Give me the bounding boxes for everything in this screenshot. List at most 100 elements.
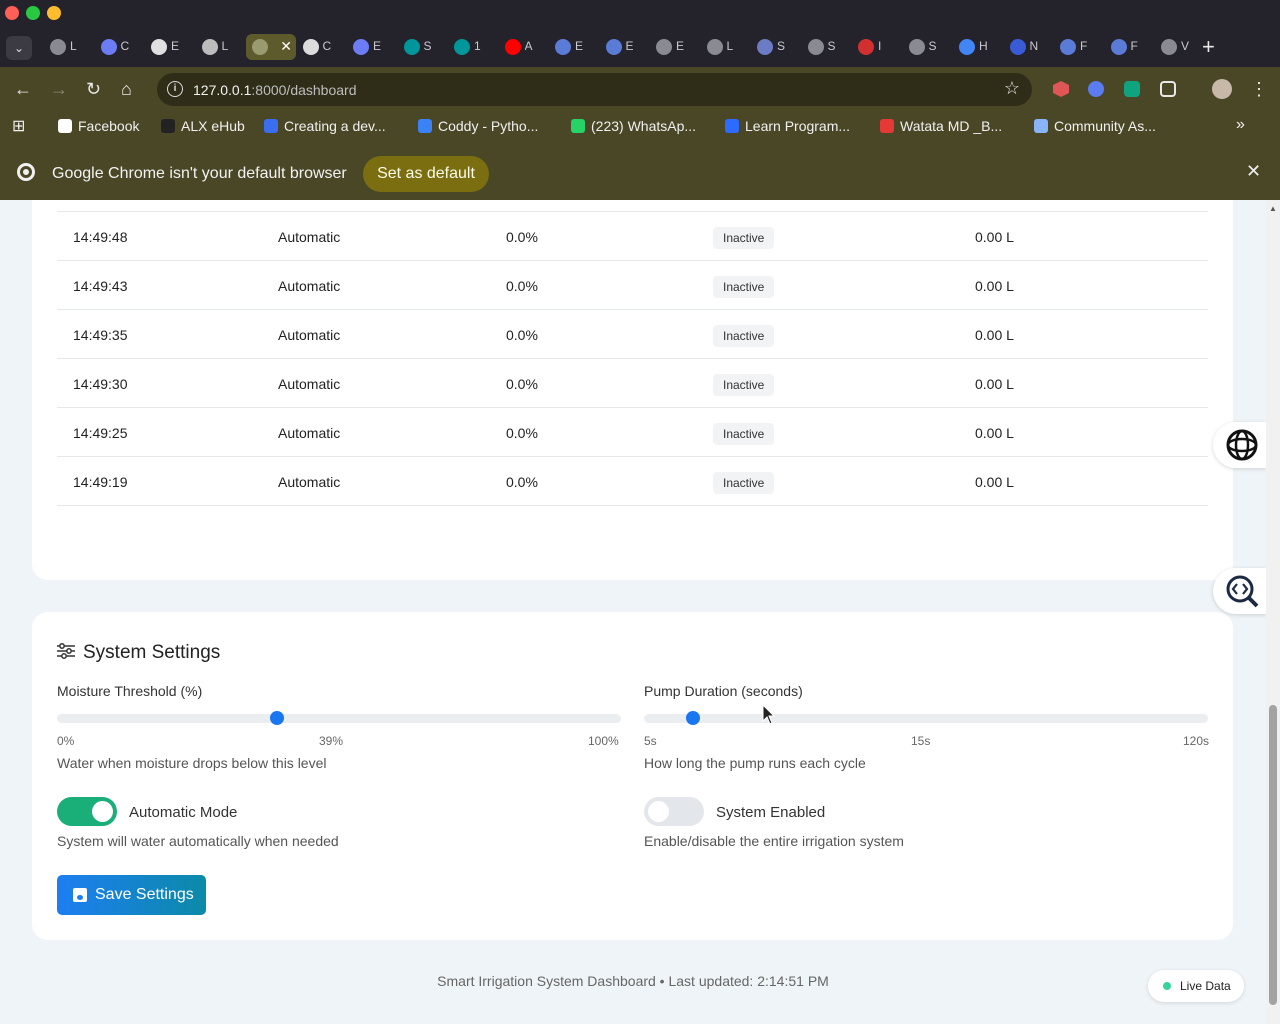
browser-tab[interactable]: L bbox=[44, 34, 94, 60]
save-settings-button[interactable]: Save Settings bbox=[57, 875, 206, 915]
browser-tab[interactable]: E bbox=[600, 34, 650, 60]
browser-tab[interactable]: E bbox=[650, 34, 700, 60]
browser-tab[interactable]: F bbox=[1105, 34, 1155, 60]
address-bar[interactable]: i 127.0.0.1:8000/dashboard ☆ bbox=[157, 73, 1032, 106]
bookmark-star-icon[interactable]: ☆ bbox=[1004, 78, 1020, 99]
back-button[interactable]: ← bbox=[14, 78, 32, 100]
bookmark-item[interactable]: (223) WhatsAp... bbox=[571, 118, 696, 134]
browser-tab[interactable]: V bbox=[1155, 34, 1205, 60]
browser-tab[interactable]: ✕ bbox=[246, 34, 296, 60]
browser-tab[interactable]: L bbox=[701, 34, 751, 60]
bookmark-item[interactable]: Facebook bbox=[58, 118, 139, 134]
moisture-threshold-slider[interactable] bbox=[57, 711, 621, 725]
bookmark-item[interactable]: Creating a dev... bbox=[264, 118, 386, 134]
new-tab-button[interactable]: + bbox=[1202, 34, 1215, 60]
browser-tab[interactable]: S bbox=[398, 34, 448, 60]
browser-tab[interactable]: E bbox=[145, 34, 195, 60]
moisture-slider-thumb[interactable] bbox=[269, 711, 284, 725]
moisture-threshold-label: Moisture Threshold (%) bbox=[57, 683, 203, 699]
browser-tab[interactable]: S bbox=[802, 34, 852, 60]
bookmark-item[interactable]: Watata MD _B... bbox=[880, 118, 1002, 134]
more-bookmarks-icon[interactable]: » bbox=[1236, 116, 1245, 134]
extension-chatgpt-icon[interactable] bbox=[1124, 81, 1140, 97]
browser-menu-icon[interactable]: ⋮ bbox=[1250, 78, 1268, 100]
scrollbar-thumb[interactable] bbox=[1269, 705, 1277, 1005]
mode-cell: Automatic bbox=[278, 474, 341, 490]
browser-tab[interactable]: C bbox=[95, 34, 145, 60]
status-badge: Inactive bbox=[713, 227, 775, 249]
status-badge: Inactive bbox=[713, 276, 775, 298]
settings-card: System Settings Moisture Threshold (%) 0… bbox=[32, 612, 1233, 940]
browser-tab[interactable]: C bbox=[297, 34, 347, 60]
minimize-window-button[interactable] bbox=[26, 6, 40, 20]
browser-tab[interactable]: E bbox=[549, 34, 599, 60]
browser-tab[interactable]: S bbox=[751, 34, 801, 60]
copilot-icon bbox=[353, 39, 369, 55]
page-scrollbar[interactable]: ▲ bbox=[1266, 200, 1280, 1024]
system-enabled-toggle[interactable] bbox=[644, 797, 704, 826]
maximize-window-button[interactable] bbox=[47, 6, 61, 20]
browser-tab[interactable]: E bbox=[347, 34, 397, 60]
ai-assistant-button[interactable] bbox=[1213, 422, 1266, 468]
extensions-puzzle-icon[interactable] bbox=[1160, 81, 1176, 97]
browser-tab[interactable]: A bbox=[499, 34, 549, 60]
browser-tab[interactable]: S bbox=[903, 34, 953, 60]
save-settings-label: Save Settings bbox=[95, 886, 194, 903]
browser-tab[interactable]: F bbox=[1054, 34, 1104, 60]
pump-hint: How long the pump runs each cycle bbox=[644, 755, 866, 771]
tab-title: S bbox=[423, 39, 432, 53]
tab-search-button[interactable]: ⌄ bbox=[6, 36, 32, 60]
pump-slider-thumb[interactable] bbox=[686, 711, 701, 725]
bookmark-item[interactable]: Coddy - Pytho... bbox=[418, 118, 538, 134]
reload-button[interactable]: ↻ bbox=[86, 78, 101, 100]
globe-icon bbox=[706, 39, 723, 55]
bookmark-item[interactable]: ALX eHub bbox=[161, 118, 245, 134]
extension-copilot-icon[interactable] bbox=[1088, 81, 1104, 97]
moisture-max-label: 100% bbox=[588, 734, 619, 748]
site-info-icon[interactable]: i bbox=[167, 81, 183, 97]
url-text[interactable]: 127.0.0.1:8000/dashboard bbox=[193, 82, 356, 98]
close-window-button[interactable] bbox=[5, 6, 19, 20]
apps-grid-icon[interactable]: ⊞ bbox=[12, 116, 25, 136]
bookmark-label: Creating a dev... bbox=[284, 118, 386, 134]
profile-avatar[interactable] bbox=[1212, 79, 1232, 99]
globe-icon bbox=[807, 39, 824, 55]
pump-duration-slider[interactable] bbox=[644, 711, 1208, 725]
live-status-dot bbox=[1163, 982, 1171, 990]
mode-cell: Automatic bbox=[278, 327, 341, 343]
default-browser-infobar: Google Chrome isn't your default browser… bbox=[0, 143, 1280, 200]
pump-max-label: 120s bbox=[1183, 734, 1210, 748]
browser-tab[interactable]: H bbox=[953, 34, 1003, 60]
forward-button[interactable]: → bbox=[50, 78, 68, 100]
moisture-cell: 0.0% bbox=[506, 327, 538, 343]
water-used-cell: 0.00 L bbox=[975, 425, 1014, 441]
set-as-default-button[interactable]: Set as default bbox=[363, 156, 489, 192]
bookmark-item[interactable]: Community As... bbox=[1034, 118, 1156, 134]
time-cell: 14:49:43 bbox=[73, 278, 128, 294]
infobar-close-icon[interactable]: ✕ bbox=[1246, 161, 1261, 182]
live-data-label: Live Data bbox=[1180, 979, 1231, 993]
tab-title: E bbox=[676, 39, 685, 53]
mode-cell: Automatic bbox=[278, 278, 341, 294]
tab-close-icon[interactable]: ✕ bbox=[280, 38, 292, 55]
live-data-badge[interactable]: Live Data bbox=[1148, 970, 1244, 1002]
automatic-mode-toggle[interactable] bbox=[57, 797, 117, 826]
extension-hexagon-icon[interactable] bbox=[1053, 81, 1069, 97]
home-button[interactable]: ⌂ bbox=[121, 78, 132, 100]
browser-tab[interactable]: I bbox=[852, 34, 902, 60]
tab-title: N bbox=[1029, 39, 1039, 53]
browser-tab[interactable]: 1 bbox=[448, 34, 498, 60]
code-search-button[interactable] bbox=[1213, 568, 1266, 614]
automatic-mode-hint: System will water automatically when nee… bbox=[57, 833, 339, 849]
time-cell: 14:49:30 bbox=[73, 376, 128, 392]
browser-tab[interactable]: N bbox=[1004, 34, 1054, 60]
water-used-cell: 0.00 L bbox=[975, 278, 1014, 294]
scroll-up-arrow[interactable]: ▲ bbox=[1269, 204, 1277, 213]
bookmark-label: ALX eHub bbox=[181, 118, 245, 134]
bookmark-item[interactable]: Learn Program... bbox=[725, 118, 850, 134]
browser-tab[interactable]: L bbox=[196, 34, 246, 60]
tab-title: C bbox=[120, 39, 130, 53]
page-icon bbox=[555, 39, 571, 55]
table-row: 14:49:35 Automatic 0.0% 0.00 L Inactive bbox=[57, 310, 1208, 359]
pump-value-label: 15s bbox=[911, 734, 931, 748]
